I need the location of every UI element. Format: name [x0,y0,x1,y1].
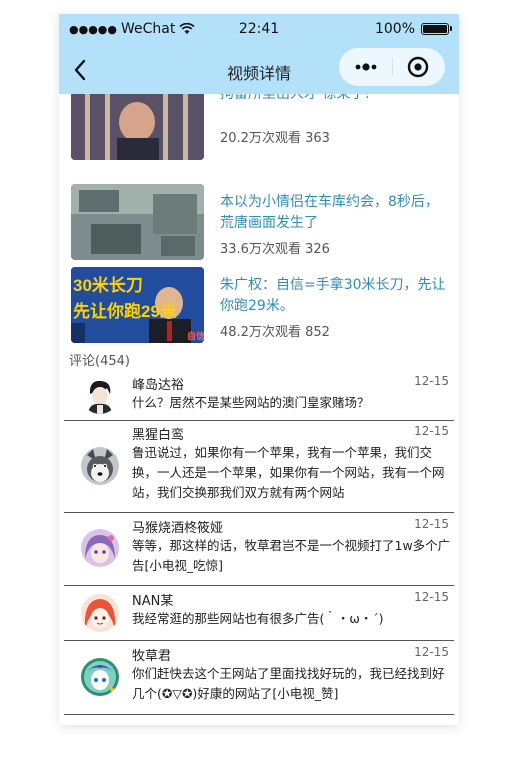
thumb-badge: 自信 [187,330,204,341]
avatar[interactable] [81,376,119,414]
more-dots-icon[interactable] [353,57,379,77]
comment-item[interactable]: 牧草君 12-15 你们赶快去这个王网站了里面找找好玩的，我已经找到好几个(✪▽… [64,641,454,715]
thumb-caption-2: 先让你跑29米 [73,301,178,321]
video-title: 本以为小情侣在车库约会，8秒后，荒唐画面发生了 [220,194,439,231]
battery-percent: 100% [374,21,415,37]
video-stats: 48.2万次观看 852 [220,325,330,340]
battery-fill [423,25,447,33]
comment-username[interactable]: NAN某 [132,590,173,609]
video-thumbnail [71,94,204,160]
comments-header: 评论(454) [69,354,130,369]
related-video-item[interactable]: 30米长刀 先让你跑29米 自信 朱广权：自信=手拿30米长刀，先让你跑29米。… [71,267,451,343]
comment-date: 12-15 [414,424,449,438]
status-right: 100% [374,21,452,37]
comment-date: 12-15 [414,374,449,388]
comment-username[interactable]: 牧草君 [132,645,171,664]
video-stats: 33.6万次观看 326 [220,242,330,257]
status-bar: ●●●●● WeChat 22:41 100% [59,14,459,46]
comment-item[interactable]: 黑猩白鸾 12-15 鲁迅说过，如果你有一个苹果，我有一个苹果，我们交换，一人还… [64,420,454,513]
video-title: 朱广权：自信=手拿30米长刀，先让你跑29米。 [220,277,446,314]
comment-username[interactable]: 黑猩白鸾 [132,424,184,443]
comment-item[interactable]: NAN某 12-15 我经常逛的那些网站也有很多广告(｀・ω・´) [64,586,454,641]
comment-item[interactable]: 马猴烧酒柊筱娅 12-15 等等，那这样的话，牧草君岂不是一个视频打了1w多个广… [64,513,454,586]
video-thumbnail: 30米长刀 先让你跑29米 自信 [71,267,204,343]
avatar[interactable] [81,529,119,567]
comment-username[interactable]: 峰岛达裕 [132,374,184,393]
comment-text: 什么？居然不是某些网站的澳门皇家赌场？ [132,395,370,410]
comment-date: 12-15 [414,517,449,531]
comment-username[interactable]: 马猴烧酒柊筱娅 [132,517,223,536]
comment-text: 你们赶快去这个王网站了里面找找好玩的，我已经找到好几个(✪▽✪)好康的网站了[小… [132,666,445,701]
avatar[interactable] [81,594,119,632]
video-title: 拘留所里出人才 惊呆了! [220,94,371,102]
comment-text: 我经常逛的那些网站也有很多广告(｀・ω・´) [132,611,384,626]
content-scroll[interactable]: 拘留所里出人才 惊呆了! 20.2万次观看 363 本以为小情侣在车库约会，8秒… [59,94,459,725]
related-video-item[interactable]: 拘留所里出人才 惊呆了! 20.2万次观看 363 [71,94,451,160]
comment-text: 等等，那这样的话，牧草君岂不是一个视频打了1w多个广告[小电视_吃惊] [132,538,451,573]
avatar[interactable] [81,658,119,696]
nav-bar: 视频详情 [59,46,459,94]
battery-icon [421,23,452,35]
mini-program-capsule [339,48,445,86]
thumb-caption-1: 30米长刀 [73,275,143,295]
avatar[interactable] [81,447,119,485]
capsule-divider [392,58,393,76]
phone-frame: ●●●●● WeChat 22:41 100% 视频详情 拘留所里出人才 惊呆了… [59,14,459,725]
video-stats: 20.2万次观看 363 [220,131,330,146]
video-thumbnail [71,184,204,260]
comment-text: 鲁迅说过，如果你有一个苹果，我有一个苹果，我们交换，一人还是一个苹果，如果你有一… [132,445,445,500]
comment-date: 12-15 [414,645,449,659]
comment-date: 12-15 [414,590,449,604]
related-video-item[interactable]: 本以为小情侣在车库约会，8秒后，荒唐画面发生了 33.6万次观看 326 [71,184,451,260]
target-icon[interactable] [407,56,429,78]
comment-item[interactable]: 峰岛达裕 12-15 什么？居然不是某些网站的澳门皇家赌场？ [64,370,454,421]
